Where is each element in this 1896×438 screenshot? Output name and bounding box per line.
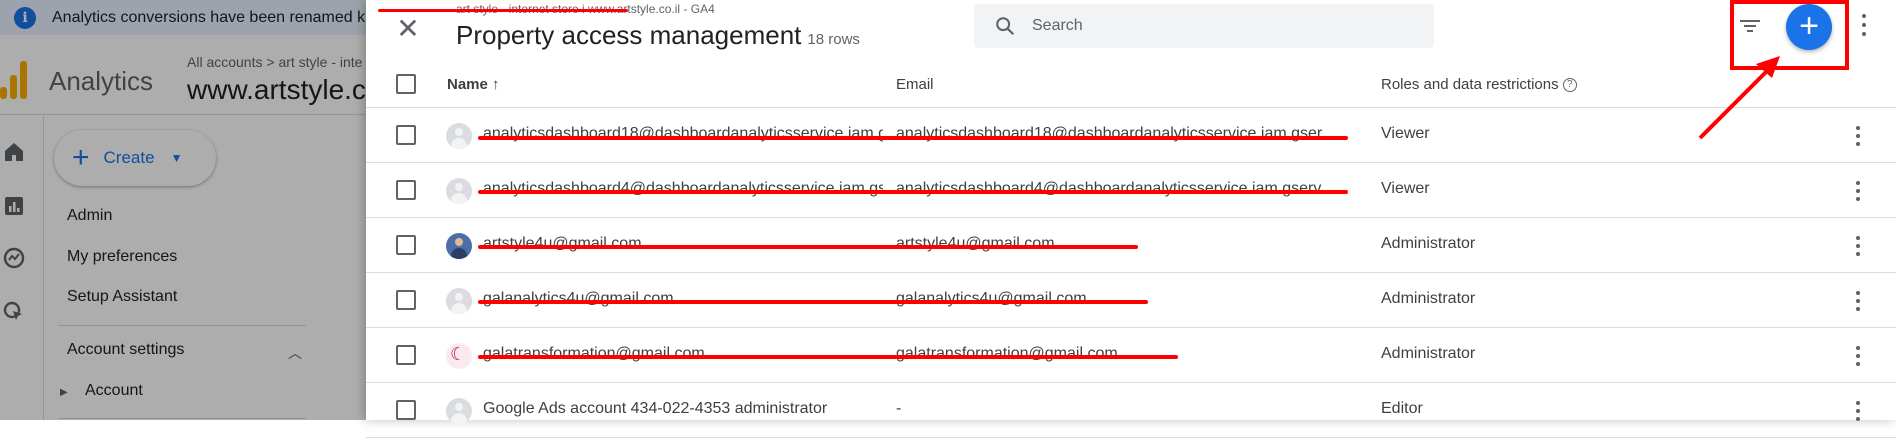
user-role[interactable]: Administrator — [1381, 290, 1475, 308]
user-email: analyticsdashboard4@dashboardanalyticsse… — [896, 180, 1338, 197]
row-count: 18 rows — [807, 31, 860, 48]
column-header-name[interactable]: Name ↑ — [447, 76, 500, 93]
row-checkbox[interactable] — [396, 125, 416, 145]
user-email: analyticsdashboard18@dashboardanalyticss… — [896, 125, 1339, 142]
search-input[interactable] — [1032, 17, 1412, 35]
user-name: artstyle4u@gmail.com — [483, 235, 642, 252]
table-row[interactable]: Google Ads account 434-022-4353 administ… — [366, 383, 1896, 438]
select-all-checkbox[interactable] — [396, 74, 416, 94]
row-checkbox[interactable] — [396, 235, 416, 255]
redaction-line — [478, 300, 1148, 304]
search-icon — [996, 17, 1015, 36]
more-vert-icon[interactable] — [1854, 289, 1862, 313]
more-vert-icon[interactable] — [1854, 234, 1862, 258]
avatar: ☾ — [446, 343, 472, 369]
avatar — [446, 178, 472, 204]
close-icon[interactable]: ✕ — [390, 10, 426, 46]
avatar — [446, 123, 472, 149]
user-email: artstyle4u@gmail.com — [896, 235, 1055, 252]
user-name: galatransformation@gmail.com — [483, 345, 705, 362]
more-vert-icon[interactable] — [1854, 124, 1862, 148]
redaction-line — [478, 190, 1348, 194]
user-role[interactable]: Editor — [1381, 400, 1423, 418]
access-management-panel: ✕ art style - internet store i www.artst… — [366, 0, 1896, 438]
redaction-line — [478, 245, 1138, 249]
avatar — [446, 398, 472, 424]
page-title: Property access management 18 rows — [456, 20, 860, 51]
user-email: galatransformation@gmail.com — [896, 345, 1118, 362]
row-checkbox[interactable] — [396, 290, 416, 310]
redaction-line — [478, 136, 1348, 140]
column-header-email[interactable]: Email — [896, 76, 934, 93]
row-checkbox[interactable] — [396, 180, 416, 200]
user-name: Google Ads account 434-022-4353 administ… — [483, 400, 828, 417]
more-vert-icon[interactable] — [1854, 399, 1862, 423]
table-header: Name ↑ Email Roles and data restrictions… — [366, 62, 1896, 108]
more-vert-icon[interactable] — [1854, 344, 1862, 368]
column-header-roles[interactable]: Roles and data restrictions ? — [1381, 76, 1577, 93]
user-name: analyticsdashboard18@dashboardanalyticss… — [483, 125, 883, 142]
row-checkbox[interactable] — [396, 345, 416, 365]
more-vert-icon[interactable] — [1860, 14, 1868, 36]
sort-arrow-icon: ↑ — [492, 76, 500, 93]
redaction-line — [378, 9, 628, 12]
user-role[interactable]: Viewer — [1381, 180, 1430, 198]
user-role[interactable]: Viewer — [1381, 125, 1430, 143]
user-role[interactable]: Administrator — [1381, 345, 1475, 363]
redaction-line — [478, 355, 1178, 359]
annotation-highlight-box — [1730, 0, 1849, 70]
user-role[interactable]: Administrator — [1381, 235, 1475, 253]
more-vert-icon[interactable] — [1854, 179, 1862, 203]
title-text: Property access management — [456, 20, 802, 50]
user-email: - — [896, 400, 902, 417]
avatar — [446, 288, 472, 314]
user-name: analyticsdashboard4@dashboardanalyticsse… — [483, 180, 883, 197]
search-bar[interactable] — [974, 4, 1434, 48]
row-checkbox[interactable] — [396, 400, 416, 420]
avatar — [446, 233, 472, 259]
user-name: galanalytics4u@gmail.com — [483, 290, 674, 307]
user-email: galanalytics4u@gmail.com — [896, 290, 1087, 307]
help-icon[interactable]: ? — [1562, 78, 1577, 93]
